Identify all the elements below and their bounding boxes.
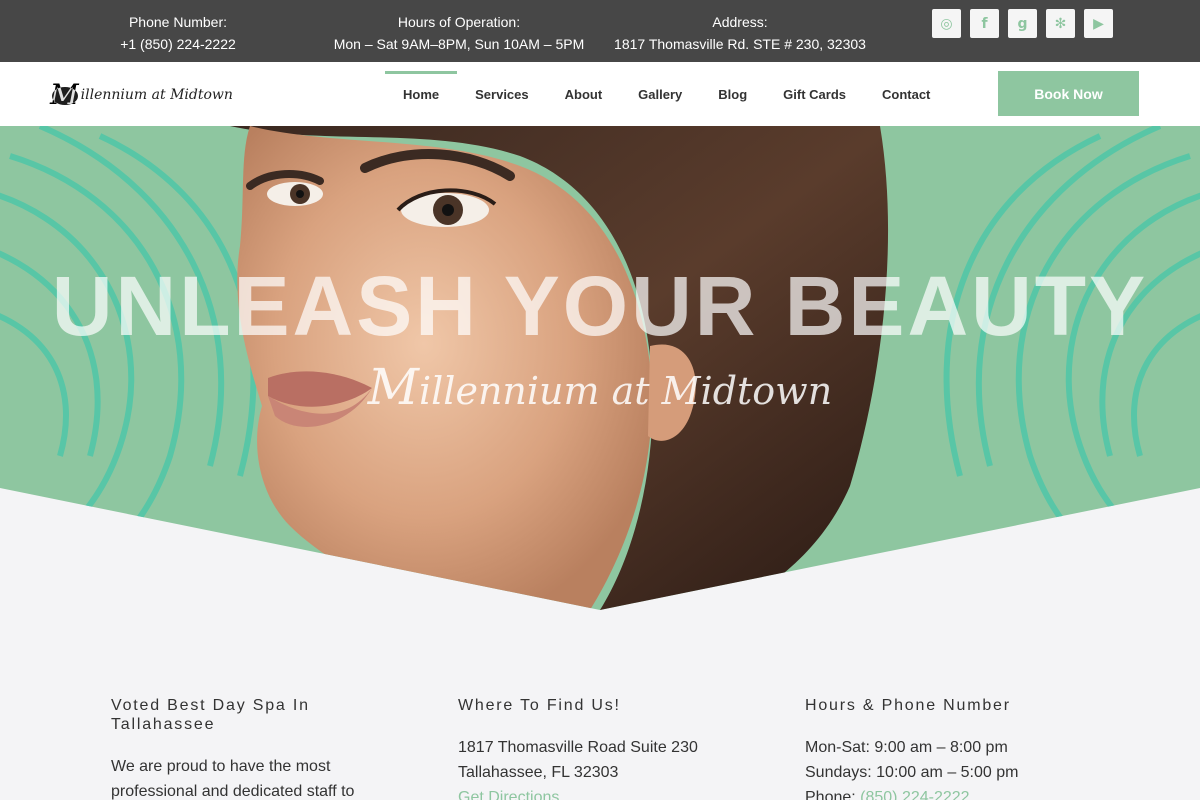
book-now-button[interactable]: Book Now [998, 71, 1139, 116]
phone-label: Phone Number: [128, 14, 228, 30]
logo-initial: M [50, 78, 79, 111]
hours-heading: Hours & Phone Number [805, 697, 1011, 714]
hero-logo: Millennium at Midtown [0, 358, 1200, 416]
main-navbar: M illennium at Midtown Home Services Abo… [0, 62, 1200, 126]
hero-banner: UNLEASH YOUR BEAUTY Millennium at Midtow… [0, 126, 1200, 610]
hours-line1: Mon-Sat: 9:00 am – 8:00 pm [805, 739, 1008, 756]
voted-text: We are proud to have the most profession… [111, 758, 355, 800]
find-address-line2: Tallahassee, FL 32303 [458, 764, 619, 781]
yelp-icon[interactable]: ✻ [1046, 9, 1075, 38]
voted-best-column: Voted Best Day Spa In Tallahassee We are… [111, 696, 401, 800]
google-plus-icon[interactable]: g [1008, 9, 1037, 38]
find-heading: Where To Find Us! [458, 697, 621, 714]
get-directions-link[interactable]: Get Directions [458, 789, 559, 800]
hours-phone-row: Phone: (850) 224-2222 [805, 785, 1105, 800]
hours-line2: Sundays: 10:00 am – 5:00 pm [805, 764, 1019, 781]
hero-logo-initial: M [367, 358, 419, 416]
phone-link[interactable]: (850) 224-2222 [860, 789, 969, 800]
voted-heading: Voted Best Day Spa In Tallahassee [111, 697, 310, 733]
top-info-bar: Phone Number: +1 (850) 224-2222 Hours of… [0, 0, 1200, 62]
nav-item-services[interactable]: Services [457, 62, 547, 126]
nav-item-home[interactable]: Home [385, 62, 458, 126]
instagram-icon[interactable]: ◎ [932, 9, 961, 38]
find-address-line1: 1817 Thomasville Road Suite 230 [458, 739, 698, 756]
logo-text: illennium at Midtown [80, 87, 233, 103]
nav-item-gift-cards[interactable]: Gift Cards [765, 62, 864, 126]
social-links: ◎ f g ✻ ▶ [932, 9, 1113, 38]
topbar-phone: Phone Number: +1 (850) 224-2222 [100, 11, 256, 55]
topbar-hours: Hours of Operation: Mon – Sat 9AM–8PM, S… [320, 11, 598, 55]
address-value: 1817 Thomasville Rd. STE # 230, 32303 [614, 36, 866, 52]
facebook-icon[interactable]: f [970, 9, 999, 38]
hero-logo-text: illennium at Midtown [419, 369, 833, 413]
nav-item-contact[interactable]: Contact [864, 62, 948, 126]
nav-item-gallery[interactable]: Gallery [620, 62, 700, 126]
address-label: Address: [712, 14, 768, 30]
hours-value: Mon – Sat 9AM–8PM, Sun 10AM – 5PM [333, 36, 585, 52]
hero-headline: UNLEASH YOUR BEAUTY [51, 259, 1149, 353]
site-logo[interactable]: M illennium at Midtown [50, 80, 233, 110]
nav-item-about[interactable]: About [547, 62, 621, 126]
topbar-address: Address: 1817 Thomasville Rd. STE # 230,… [605, 11, 875, 55]
nav-item-blog[interactable]: Blog [700, 62, 765, 126]
youtube-icon[interactable]: ▶ [1084, 9, 1113, 38]
hours-column: Hours & Phone Number Mon-Sat: 9:00 am – … [805, 696, 1105, 800]
phone-value[interactable]: +1 (850) 224-2222 [100, 33, 256, 55]
find-us-column: Where To Find Us! 1817 Thomasville Road … [458, 696, 748, 800]
hours-label: Hours of Operation: [397, 14, 521, 30]
phone-row-label: Phone: [805, 789, 861, 800]
nav-menu: Home Services About Gallery Blog Gift Ca… [385, 62, 948, 126]
